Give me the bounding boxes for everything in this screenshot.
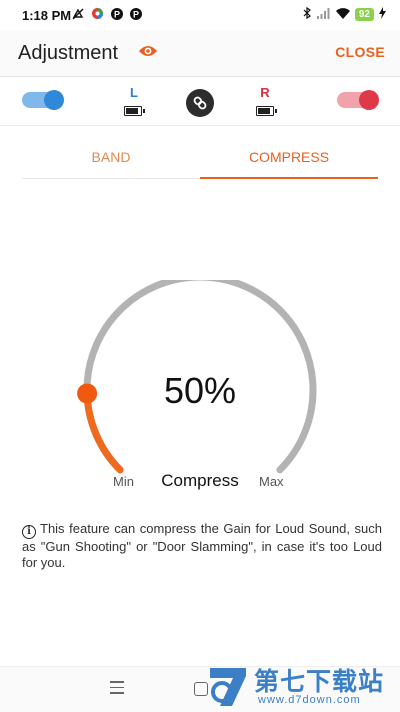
status-bar: 1:18 PM P P 92 — [0, 0, 400, 30]
bluetooth-icon — [303, 6, 312, 22]
tab-compress[interactable]: COMPRESS — [200, 140, 378, 179]
svg-text:P: P — [114, 9, 120, 19]
link-icon — [193, 96, 207, 110]
charging-icon — [379, 7, 386, 22]
left-ear-toggle[interactable] — [22, 90, 64, 110]
info-text: This feature can compress the Gain for L… — [22, 521, 382, 570]
menu-icon[interactable] — [110, 681, 124, 698]
status-left-icons: P P — [72, 7, 142, 23]
watermark-text: 第七下载站 — [254, 667, 385, 696]
wifi-icon — [335, 7, 350, 22]
tab-band[interactable]: BAND — [22, 140, 200, 177]
page-title: Adjustment — [18, 42, 119, 64]
watermark: 第七下载站 www.d7down.com — [206, 660, 400, 711]
status-right-icons: 92 — [303, 6, 386, 22]
toggle-knob — [359, 90, 379, 110]
link-button[interactable] — [186, 89, 214, 117]
eye-icon[interactable] — [138, 44, 158, 63]
dial-title: Compress — [161, 471, 239, 490]
compress-value: 50% — [163, 370, 237, 411]
info-icon: i — [22, 525, 36, 539]
dial-max-label: Max — [259, 474, 284, 489]
status-time: 1:18 PM — [22, 8, 72, 23]
left-ear-label: L — [130, 85, 138, 100]
signal-icon — [316, 7, 331, 22]
p-icon: P — [130, 7, 142, 23]
battery-icon: 92 — [354, 8, 374, 21]
svg-text:P: P — [133, 9, 139, 19]
right-ear-toggle[interactable] — [337, 90, 379, 110]
p-icon: P — [111, 7, 123, 23]
left-battery-icon — [124, 106, 145, 116]
close-button[interactable]: CLOSE — [335, 44, 385, 60]
app-bar: Adjustment CLOSE — [0, 30, 400, 77]
toggle-knob — [44, 90, 64, 110]
right-battery-icon — [256, 106, 277, 116]
info-text-block: i This feature can compress the Gain for … — [22, 521, 382, 571]
watermark-logo-icon — [210, 668, 246, 706]
no-sync-icon — [72, 8, 84, 23]
right-ear-label: R — [260, 85, 270, 100]
color-wheel-icon — [91, 7, 104, 23]
tab-bar: BAND COMPRESS — [22, 140, 378, 179]
watermark-url: www.d7down.com — [258, 694, 361, 706]
